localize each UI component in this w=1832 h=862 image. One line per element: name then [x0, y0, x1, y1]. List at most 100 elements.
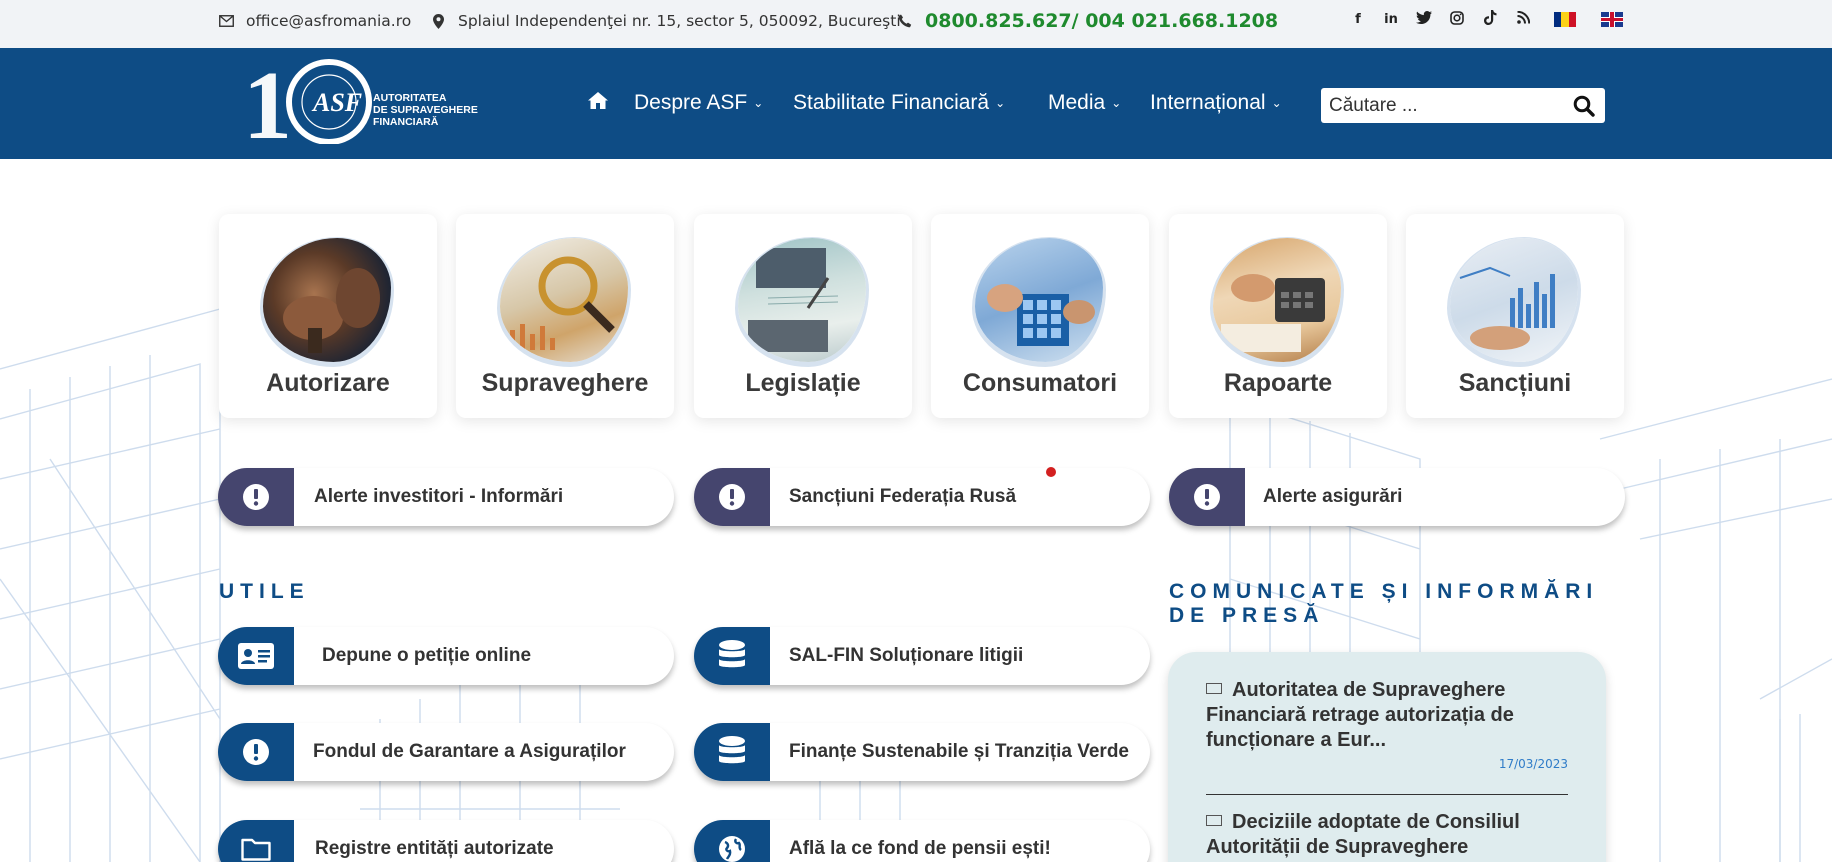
utile-section-title: UTILE	[219, 580, 310, 603]
news-title: Autoritatea de Supraveghere Financiară r…	[1206, 679, 1514, 751]
chevron-down-icon: ⌄	[995, 96, 1006, 110]
home-icon	[588, 91, 608, 115]
facebook-icon[interactable]: f	[1350, 12, 1366, 27]
database-icon	[694, 723, 770, 781]
newspaper-icon	[1206, 815, 1222, 826]
email-link[interactable]: office@asfromania.ro	[218, 0, 411, 42]
utile-link-label: Registre entități autorizate	[315, 838, 554, 859]
email-text: office@asfromania.ro	[246, 12, 412, 30]
social-links: f in	[1350, 10, 1623, 29]
nav-label: Despre ASF	[634, 91, 748, 114]
card-label: Legislație	[745, 369, 861, 397]
english-flag-icon[interactable]	[1601, 12, 1623, 27]
map-marker-icon	[430, 13, 446, 29]
logo-line-1: AUTORITATEA	[373, 92, 447, 104]
card-supraveghere[interactable]: Supraveghere	[456, 214, 674, 418]
nav-stabilitate-financiara[interactable]: Stabilitate Financiară ⌄	[793, 90, 1005, 116]
envelope-icon	[218, 13, 234, 29]
chevron-down-icon: ⌄	[753, 96, 764, 110]
fondul-garantare-button[interactable]: Fondul de Garantare a Asiguraților	[218, 723, 674, 781]
address-text: Splaiul Independenţei nr. 15, sector 5, …	[458, 12, 901, 30]
legislatie-image	[738, 238, 866, 362]
news-item[interactable]: Deciziile adoptate de Consiliul Autorită…	[1206, 810, 1568, 860]
card-rapoarte[interactable]: Rapoarte	[1169, 214, 1387, 418]
nav-despre-asf[interactable]: Despre ASF ⌄	[634, 90, 763, 116]
database-icon	[694, 627, 770, 685]
nav-media[interactable]: Media ⌄	[1048, 90, 1121, 116]
alert-label: Sancțiuni Federația Rusă	[789, 486, 1017, 507]
alert-investitori-button[interactable]: Alerte investitori - Informări	[218, 468, 674, 526]
phone-text: 0800.825.627/ 004 021.668.1208	[925, 10, 1279, 32]
press-news-panel: Autoritatea de Supraveghere Financiară r…	[1168, 652, 1606, 862]
rss-icon[interactable]	[1515, 10, 1531, 28]
exclamation-icon	[694, 468, 770, 526]
nav-label: Stabilitate Financiară	[793, 91, 990, 114]
address-info: Splaiul Independenţei nr. 15, sector 5, …	[430, 0, 901, 42]
nav-label: Media	[1048, 91, 1106, 114]
utile-link-label: SAL-FIN Soluționare litigii	[789, 645, 1024, 666]
card-label: Autorizare	[266, 369, 390, 397]
phone-icon	[897, 13, 913, 29]
folder-icon	[218, 820, 294, 862]
utile-link-label: Fondul de Garantare a Asiguraților	[313, 741, 626, 762]
alert-sanctiuni-rusa-button[interactable]: Sancțiuni Federația Rusă	[694, 468, 1150, 526]
logo-line-3: FINANCIARĂ	[373, 116, 439, 128]
news-date: 17/03/2023	[1498, 757, 1568, 771]
instagram-icon[interactable]	[1449, 10, 1465, 29]
nav-international[interactable]: Internațional ⌄	[1150, 90, 1282, 116]
rapoarte-image	[1213, 238, 1341, 362]
sal-fin-button[interactable]: SAL-FIN Soluționare litigii	[694, 627, 1150, 685]
search-icon[interactable]	[1573, 95, 1595, 117]
news-divider	[1206, 794, 1568, 795]
newspaper-icon	[1206, 683, 1222, 694]
globe-icon	[694, 820, 770, 862]
card-autorizare[interactable]: Autorizare	[219, 214, 437, 418]
exclamation-icon	[1169, 468, 1245, 526]
linkedin-icon[interactable]: in	[1383, 12, 1399, 27]
utile-link-label: Finanțe Sustenabile și Tranziția Verde	[789, 741, 1129, 762]
twitter-icon[interactable]	[1416, 11, 1432, 28]
fond-pensii-button[interactable]: Află la ce fond de pensii ești!	[694, 820, 1150, 862]
home-nav-link[interactable]	[588, 90, 608, 116]
notification-dot	[1046, 467, 1056, 477]
svg-text:1: 1	[243, 58, 287, 144]
logo-text: AUTORITATEA DE SUPRAVEGHERE FINANCIARĂ	[373, 92, 478, 128]
chevron-down-icon: ⌄	[1271, 96, 1282, 110]
petitie-online-button[interactable]: Depune o petiție online	[218, 627, 674, 685]
card-sanctiuni[interactable]: Sancțiuni	[1406, 214, 1624, 418]
card-consumatori[interactable]: Consumatori	[931, 214, 1149, 418]
logo-line-2: DE SUPRAVEGHERE	[373, 104, 478, 116]
utile-link-label: Depune o petiție online	[322, 645, 532, 666]
card-label: Consumatori	[962, 369, 1118, 397]
card-legislatie[interactable]: Legislație	[694, 214, 912, 418]
press-section-title: COMUNICATE ȘI INFORMĂRI DE PRESĂ	[1169, 580, 1598, 628]
consumatori-image	[975, 238, 1103, 362]
phone-link[interactable]: 0800.825.627/ 004 021.668.1208	[897, 0, 1278, 42]
romanian-flag-icon[interactable]	[1554, 12, 1576, 27]
press-title-line-2: DE PRESĂ	[1169, 604, 1325, 627]
autorizare-image	[263, 238, 391, 362]
search-input[interactable]	[1329, 94, 1569, 117]
card-label: Rapoarte	[1223, 369, 1333, 397]
alert-label: Alerte asigurări	[1263, 486, 1403, 507]
alert-label: Alerte investitori - Informări	[314, 486, 564, 507]
finante-sustenabile-button[interactable]: Finanțe Sustenabile și Tranziția Verde	[694, 723, 1150, 781]
search-box	[1321, 88, 1605, 123]
top-bar: office@asfromania.ro Splaiul Independenţ…	[0, 0, 1832, 48]
card-label: Sancțiuni	[1458, 369, 1572, 397]
chevron-down-icon: ⌄	[1111, 96, 1122, 110]
card-label: Supraveghere	[481, 369, 649, 397]
news-title: Deciziile adoptate de Consiliul Autorită…	[1206, 811, 1520, 858]
svg-text:ASF: ASF	[311, 88, 362, 117]
utile-link-label: Află la ce fond de pensii ești!	[789, 838, 1051, 859]
registre-entitati-button[interactable]: Registre entități autorizate	[218, 820, 674, 862]
exclamation-icon	[218, 468, 294, 526]
id-card-icon	[218, 627, 294, 685]
tiktok-icon[interactable]	[1482, 10, 1498, 29]
press-title-line-1: COMUNICATE ȘI INFORMĂRI	[1169, 580, 1599, 603]
supraveghere-image	[500, 238, 628, 362]
sanctiuni-image	[1450, 238, 1578, 362]
exclamation-icon	[218, 723, 294, 781]
alert-asigurari-button[interactable]: Alerte asigurări	[1169, 468, 1625, 526]
news-item[interactable]: Autoritatea de Supraveghere Financiară r…	[1206, 678, 1568, 753]
